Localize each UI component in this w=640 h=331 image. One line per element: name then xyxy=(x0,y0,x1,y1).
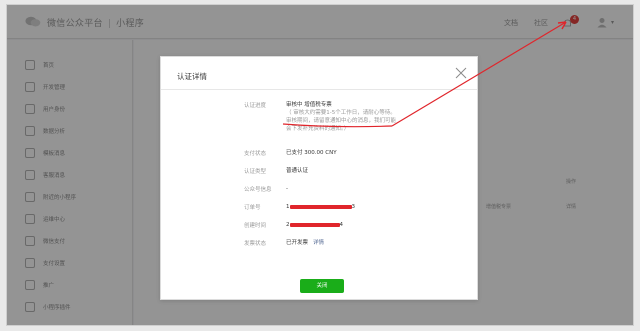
row-label: 公众号信息 xyxy=(244,187,272,193)
certification-details-dialog: 认证详情 认证进度 审核中 增值税专票 （ 审核大约需要1-5个工作日，请耐心等… xyxy=(160,56,478,300)
row-value: - xyxy=(286,186,288,192)
invoice-details-link[interactable]: 详情 xyxy=(313,240,324,246)
redaction-bar xyxy=(289,204,352,209)
close-icon[interactable] xyxy=(455,67,467,79)
row-value: 审核中 增值税专票 （ 审核大约需要1-5个工作日，请耐心等待。审核期间，请留意… xyxy=(286,101,398,133)
row-value: 13 xyxy=(286,203,355,211)
row-value: 已支付 300.00 CNY xyxy=(286,150,337,156)
row-value: 已开发票 详情 xyxy=(286,239,324,247)
dialog-divider xyxy=(161,89,477,90)
row-value: 普通认证 xyxy=(286,168,309,174)
invoice-status: 已开发票 xyxy=(286,240,309,246)
row-value: 24 xyxy=(286,221,343,229)
dialog-title: 认证详情 xyxy=(177,72,207,81)
progress-status: 审核中 增值税专票 xyxy=(286,102,332,108)
created-time-end: 4 xyxy=(339,222,344,228)
order-number-start: 1 xyxy=(286,204,290,210)
created-time-start: 2 xyxy=(286,222,290,228)
close-button[interactable]: 关闭 xyxy=(300,279,344,293)
order-number-end: 3 xyxy=(351,204,356,210)
redaction-bar xyxy=(289,222,340,227)
progress-note: （ 审核大约需要1-5个工作日，请耐心等待。审核期间，请留意通知中心的消息，我们… xyxy=(286,110,397,132)
